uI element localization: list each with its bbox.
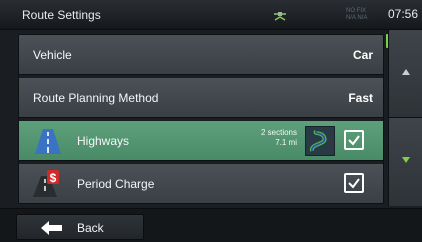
period-charge-checkbox[interactable] [344, 173, 364, 193]
toll-charge-icon: $ [33, 170, 63, 198]
highways-row[interactable]: Highways 2 sections 7.1 mi [19, 121, 383, 161]
status-bar: Route Settings NO FIX N/A N/A 07:56 [0, 0, 422, 30]
back-label: Back [77, 221, 104, 235]
gps-status-line: NO FIX [346, 8, 367, 14]
gps-status-text: NO FIX N/A N/A [346, 8, 367, 22]
screen-title: Route Settings [22, 8, 101, 22]
sections-distance: 7.1 mi [275, 138, 297, 147]
road-route-icon [305, 126, 335, 156]
vehicle-row[interactable]: Vehicle Car [19, 35, 383, 75]
chevron-up-icon [402, 69, 410, 75]
settings-list: Vehicle Car Route Planning Method Fast H… [18, 34, 384, 204]
route-planning-method-row[interactable]: Route Planning Method Fast [19, 78, 383, 118]
row-label: Vehicle [33, 48, 72, 62]
row-value: Fast [348, 91, 373, 105]
scroll-up-button[interactable] [388, 30, 422, 118]
bottom-bar: Back [0, 208, 422, 242]
chevron-down-icon [402, 157, 410, 163]
highways-checkbox[interactable] [344, 130, 364, 150]
period-charge-row[interactable]: $ Period Charge [19, 164, 383, 203]
row-label: Route Planning Method [33, 91, 159, 105]
arrow-left-icon [41, 221, 63, 240]
row-value: Car [352, 48, 373, 62]
scroll-down-button[interactable] [388, 118, 422, 206]
svg-text:$: $ [50, 171, 57, 185]
sections-count: 2 sections [260, 128, 297, 137]
row-label: Period Charge [77, 177, 155, 191]
row-label: Highways [77, 134, 130, 148]
gps-status-line: N/A N/A [346, 15, 368, 21]
highway-icon [33, 127, 63, 155]
clock: 07:56 [388, 7, 419, 21]
back-button[interactable]: Back [16, 214, 144, 240]
gps-satellite-icon [272, 7, 288, 23]
highway-sections-info: 2 sections 7.1 mi [237, 128, 297, 148]
